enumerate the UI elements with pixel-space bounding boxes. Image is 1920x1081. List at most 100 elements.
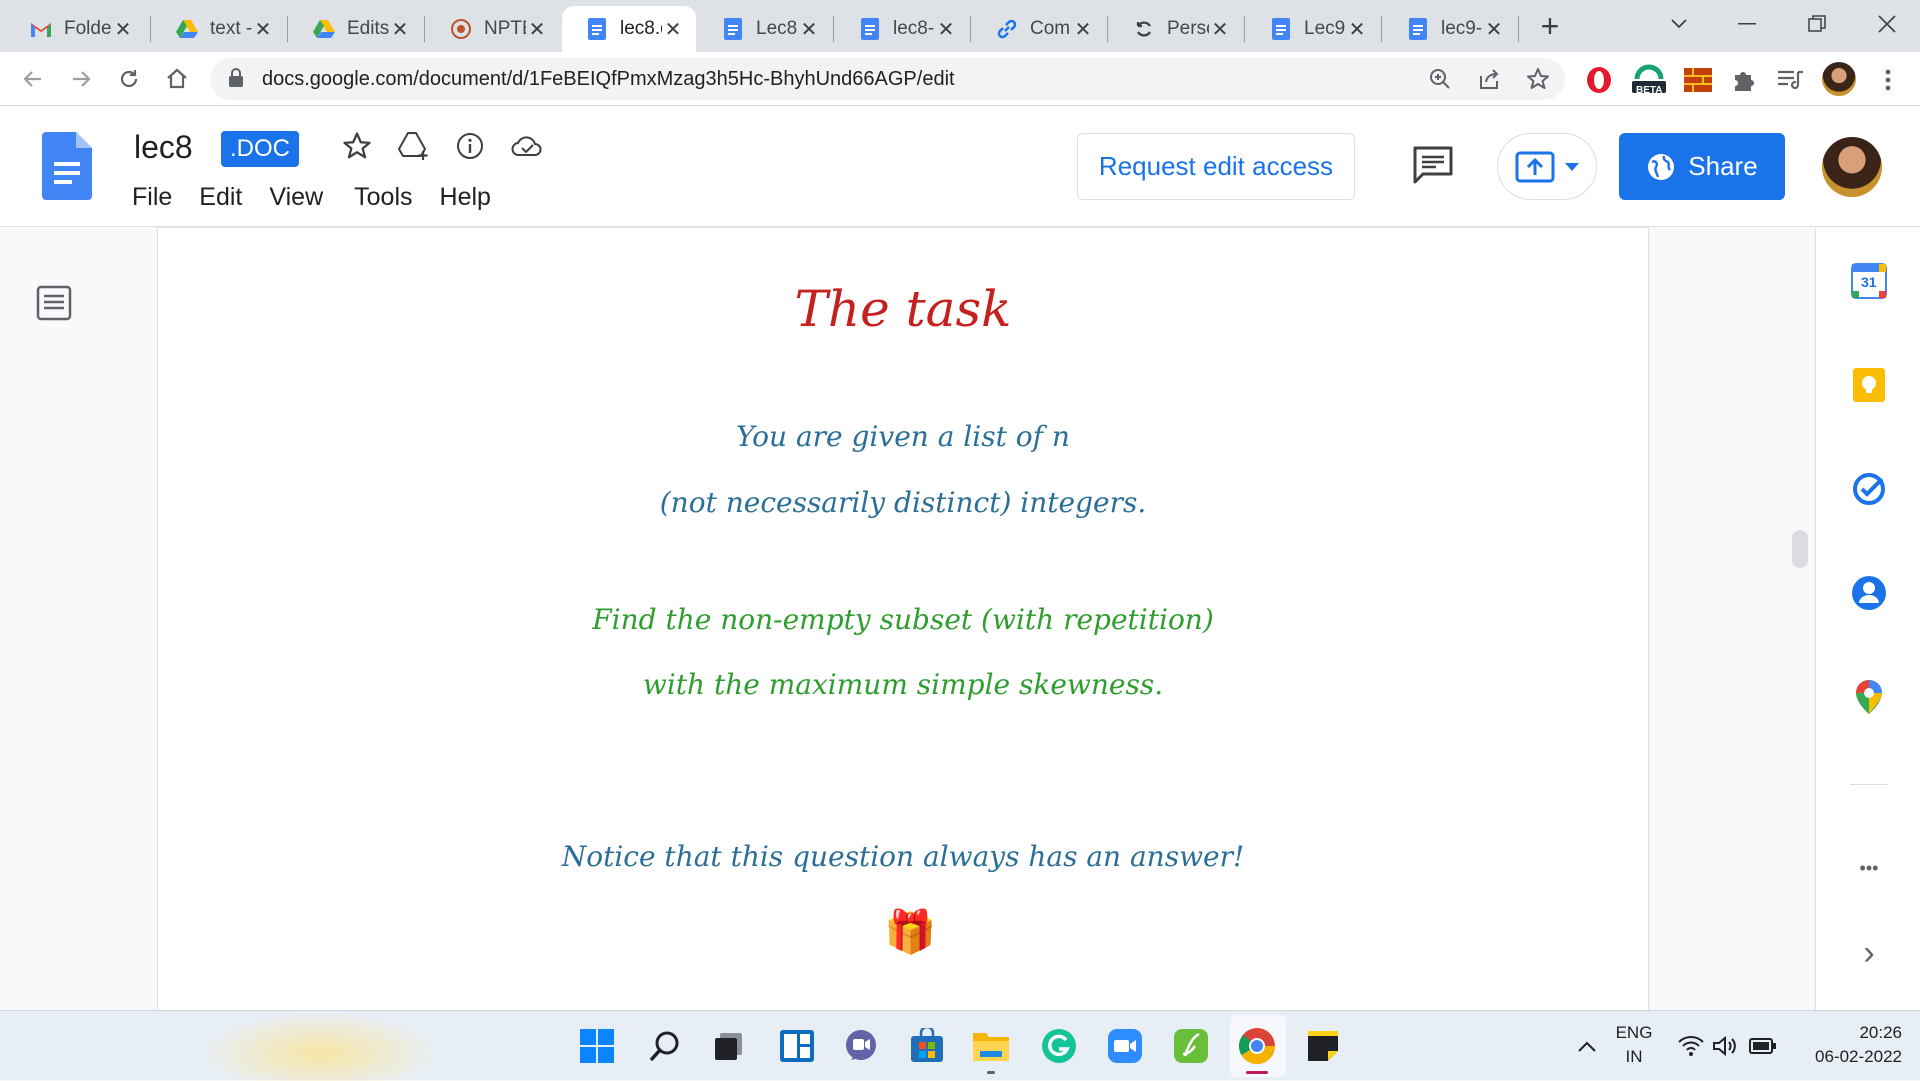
present-button[interactable] [1497,133,1597,200]
windows-taskbar: ENG IN 20:26 06-02-2022 [0,1010,1920,1081]
close-icon[interactable]: ✕ [526,17,548,42]
comment-history-icon[interactable] [1412,145,1454,190]
expand-panel-icon[interactable]: › [1850,934,1888,972]
request-edit-access-button[interactable]: Request edit access [1077,133,1355,200]
share-button[interactable]: Share [1619,133,1785,200]
microsoft-store-icon[interactable] [906,1025,948,1067]
teams-chat-icon[interactable] [840,1025,882,1067]
tab-nptel[interactable]: NPTE ✕ [426,6,560,52]
maps-icon[interactable] [1850,678,1888,716]
script-app-icon[interactable] [1170,1025,1212,1067]
menu-view[interactable]: View [269,183,323,212]
tab-drive-text[interactable]: text - ✕ [152,6,286,52]
grammarly-icon[interactable] [1038,1025,1080,1067]
taskbar-widget-glow [200,1011,440,1081]
close-window-icon[interactable] [1862,6,1912,42]
document-workspace: The task You are given a list of n (not … [0,228,1815,1010]
forward-button[interactable] [62,60,100,98]
new-tab-button[interactable]: + [1530,8,1570,44]
close-icon[interactable]: ✕ [389,17,411,42]
tab-drive-edits[interactable]: Edits ✕ [289,6,423,52]
minimize-icon[interactable] [1722,6,1772,42]
calendar-icon[interactable]: 31 [1850,262,1888,300]
star-icon[interactable] [340,129,374,163]
menu-file[interactable]: File [132,183,172,212]
tab-lec9-b[interactable]: lec9- ✕ [1383,6,1517,52]
more-icon[interactable]: ••• [1850,849,1888,887]
grammar-extension-icon[interactable]: BETA [1630,60,1668,96]
move-to-drive-icon[interactable] [397,129,431,163]
close-icon[interactable]: ✕ [1209,17,1231,42]
contacts-icon[interactable] [1850,574,1888,612]
close-icon[interactable]: ✕ [252,17,274,42]
back-button[interactable] [14,60,52,98]
language-region[interactable]: IN [1614,1047,1654,1067]
tab-lec9-a[interactable]: Lec9 ✕ [1246,6,1380,52]
task-heading: The task [794,280,1012,338]
document-title[interactable]: lec8 [134,129,193,166]
close-icon[interactable]: ✕ [798,17,820,42]
paragraph-2-line-2: with the maximum simple skewness. [642,668,1164,701]
lock-icon [228,68,244,93]
home-button[interactable] [158,60,196,98]
kebab-menu-icon[interactable] [1872,64,1904,96]
tasks-icon[interactable] [1850,470,1888,508]
tray-chevron-up-icon[interactable] [1566,1025,1608,1067]
widgets-icon[interactable] [776,1025,818,1067]
opera-extension-icon[interactable] [1583,64,1615,96]
close-icon[interactable]: ✕ [662,17,684,42]
reload-button[interactable] [110,60,148,98]
start-icon[interactable] [576,1025,618,1067]
tab-lec8-c[interactable]: lec8- ✕ [835,6,969,52]
url-text: docs.google.com/document/d/1FeBEIQfPmxMz… [262,68,955,90]
close-icon[interactable]: ✕ [1072,17,1094,42]
tab-com[interactable]: Com ✕ [972,6,1106,52]
media-queue-icon[interactable] [1774,64,1806,96]
tab-lec8-active[interactable]: lec8.d ✕ [562,6,696,52]
document-outline-icon[interactable] [36,285,72,326]
tab-gmail[interactable]: Folde ✕ [6,6,146,52]
browser-tab-strip: Folde ✕ text - ✕ Edits ✕ NPTE ✕ lec8.d ✕ [0,0,1920,52]
paragraph-1-line-1: You are given a list of n [736,420,1070,453]
info-icon[interactable] [453,129,487,163]
vertical-scrollbar-thumb[interactable] [1792,530,1808,568]
tab-lec8-b[interactable]: Lec8 ✕ [698,6,832,52]
cloud-saved-icon[interactable] [510,129,544,163]
menu-help[interactable]: Help [440,183,491,212]
share-page-icon[interactable] [1477,67,1501,91]
keep-icon[interactable] [1850,366,1888,404]
sticky-notes-icon[interactable] [1302,1025,1344,1067]
address-bar[interactable]: docs.google.com/document/d/1FeBEIQfPmxMz… [210,58,1565,100]
document-page[interactable]: The task You are given a list of n (not … [158,228,1648,1010]
language-code[interactable]: ENG [1614,1023,1654,1043]
restore-icon[interactable] [1792,6,1842,42]
menu-edit[interactable]: Edit [199,183,242,212]
profile-avatar-icon[interactable] [1822,62,1856,96]
close-icon[interactable]: ✕ [112,17,134,42]
close-icon[interactable]: ✕ [1483,17,1505,42]
tab-separator [1518,16,1519,42]
task-view-icon[interactable] [708,1025,750,1067]
account-avatar[interactable] [1822,137,1882,197]
file-explorer-icon[interactable] [970,1025,1012,1074]
caret-down-icon [1565,162,1579,171]
drive-icon [176,18,198,40]
side-panel-divider [1850,784,1888,785]
close-icon[interactable]: ✕ [1346,17,1368,42]
zoom-icon[interactable] [1428,67,1452,91]
google-docs-logo-icon[interactable] [42,132,92,205]
clock-date[interactable]: 06-02-2022 [1790,1047,1902,1067]
menu-tools[interactable]: Tools [354,183,412,212]
battery-icon[interactable] [1742,1025,1784,1067]
clock-time[interactable]: 20:26 [1790,1023,1902,1043]
bookmark-star-icon[interactable] [1526,67,1550,91]
extensions-puzzle-icon[interactable] [1728,64,1760,96]
close-icon[interactable]: ✕ [935,17,957,42]
volume-icon[interactable] [1704,1025,1746,1067]
tab-search-icon[interactable] [1654,6,1704,42]
search-icon[interactable] [644,1025,686,1067]
tab-perso[interactable]: Perso ✕ [1109,6,1243,52]
zoom-meetings-icon[interactable] [1104,1025,1146,1067]
chrome-icon[interactable] [1236,1025,1278,1074]
brick-extension-icon[interactable] [1682,64,1714,96]
